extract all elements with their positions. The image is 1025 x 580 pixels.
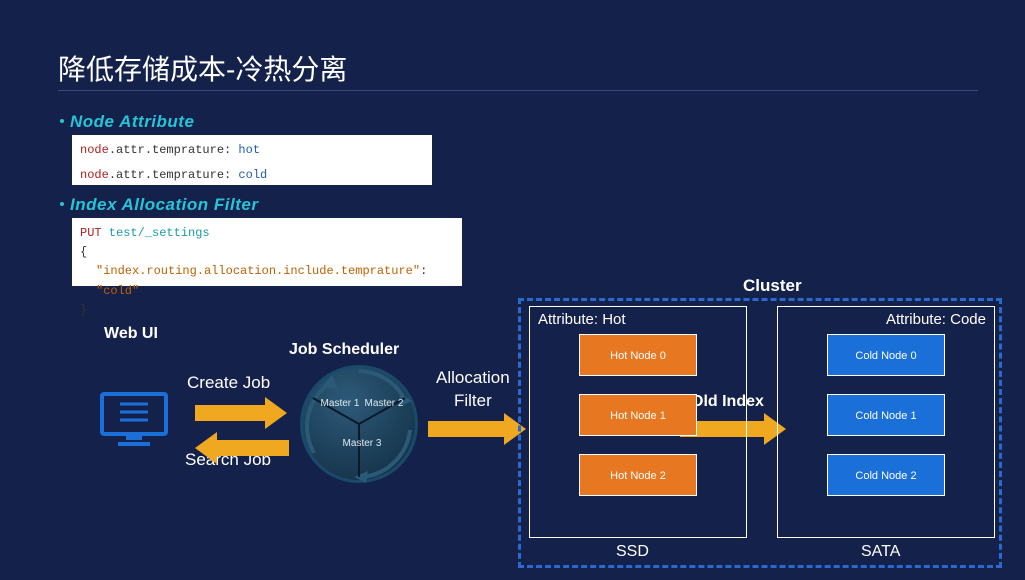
hot-node: Hot Node 1: [579, 394, 697, 436]
cold-node: Cold Node 0: [827, 334, 945, 376]
hot-node: Hot Node 2: [579, 454, 697, 496]
code-token: node: [80, 168, 109, 182]
web-ui-label: Web UI: [104, 325, 158, 343]
slide-title: 降低存储成本-冷热分离: [58, 48, 347, 88]
master-node-label: Master 3: [337, 438, 387, 449]
allocation-filter-l2: Filter: [454, 391, 492, 410]
section-node-attribute-heading: Node Attribute: [60, 112, 194, 132]
hot-node: Hot Node 0: [579, 334, 697, 376]
cold-group-label: Attribute: Code: [786, 311, 986, 328]
code-token: :: [420, 264, 427, 278]
code-token: "index.routing.allocation.include.tempra…: [96, 264, 420, 278]
hot-group-box: Attribute: Hot Hot Node 0 Hot Node 1 Hot…: [529, 306, 747, 538]
code-token: "cold": [96, 284, 139, 298]
code-token: cold: [231, 168, 267, 182]
create-job-label: Create Job: [187, 373, 270, 393]
monitor-icon: [98, 390, 170, 453]
code-token: node: [80, 143, 109, 157]
hot-storage-label: SSD: [616, 543, 649, 561]
code-token: {: [80, 245, 87, 259]
cold-group-box: Attribute: Code Cold Node 0 Cold Node 1 …: [777, 306, 995, 538]
hot-group-label: Attribute: Hot: [538, 311, 738, 328]
allocation-filter-label: Allocation Filter: [436, 367, 510, 413]
job-scheduler-icon: Master 1 Master 2 Master 3: [300, 365, 418, 483]
title-underline: [58, 90, 978, 91]
code-token: }: [80, 303, 87, 317]
node-attribute-code: node.attr.temprature: hot node.attr.temp…: [72, 135, 432, 185]
code-token: hot: [231, 143, 260, 157]
code-token: .attr.temprature:: [109, 143, 231, 157]
index-allocation-code: PUT test/_settings { "index.routing.allo…: [72, 218, 462, 286]
master-node-label: Master 1: [315, 398, 365, 409]
cluster-box: Attribute: Hot Hot Node 0 Hot Node 1 Hot…: [518, 298, 1002, 568]
job-scheduler-label: Job Scheduler: [289, 341, 399, 359]
cold-storage-label: SATA: [861, 543, 900, 561]
code-token: PUT: [80, 226, 102, 240]
cold-node: Cold Node 1: [827, 394, 945, 436]
master-node-label: Master 2: [359, 398, 409, 409]
code-token: test/_settings: [102, 226, 210, 240]
cold-node: Cold Node 2: [827, 454, 945, 496]
node-attribute-heading-text: Node Attribute: [70, 112, 194, 131]
cluster-label: Cluster: [743, 276, 802, 296]
allocation-filter-l1: Allocation: [436, 368, 510, 387]
section-index-allocation-heading: Index Allocation Filter: [60, 195, 258, 215]
code-token: .attr.temprature:: [109, 168, 231, 182]
index-allocation-heading-text: Index Allocation Filter: [70, 195, 258, 214]
